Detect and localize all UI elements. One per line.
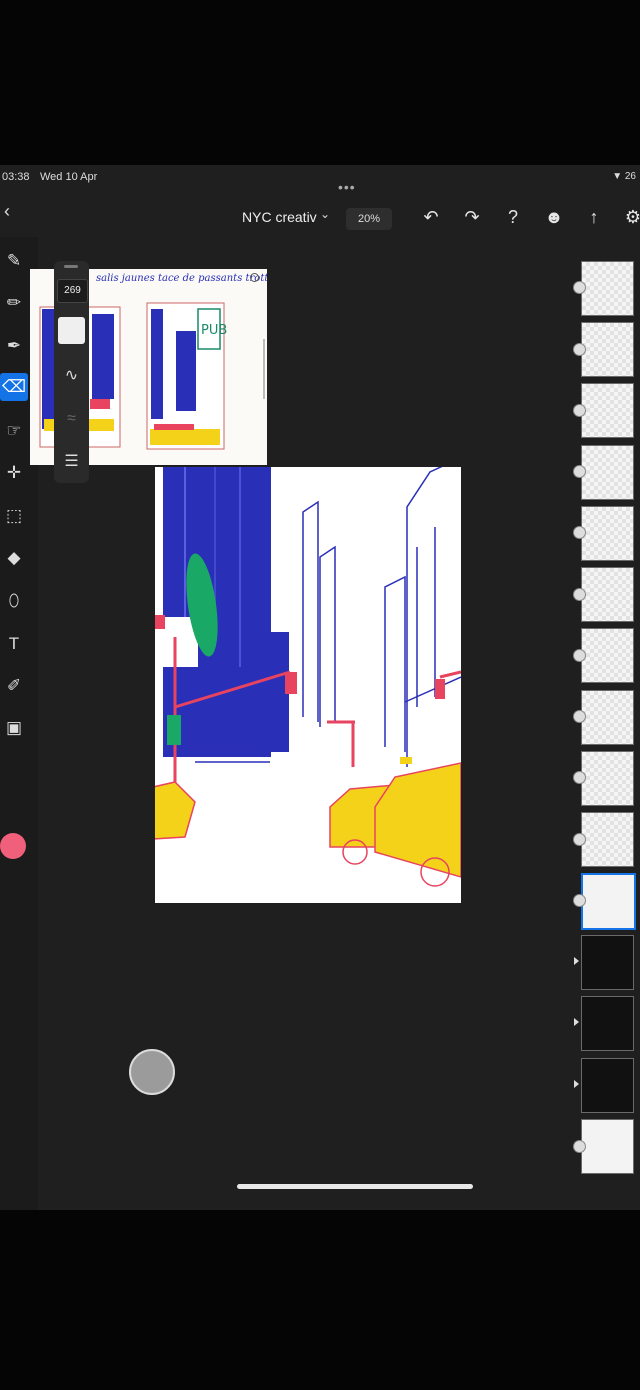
layer-visibility-toggle[interactable] [573, 588, 586, 601]
reference-close-dot[interactable] [250, 273, 259, 282]
red-traffic-signal [285, 672, 297, 694]
layer-visibility-toggle[interactable] [573, 526, 586, 539]
layer-thumb-dark[interactable] [581, 935, 634, 990]
layer-thumb[interactable] [581, 383, 634, 438]
fill-tool[interactable]: ◆ [0, 544, 28, 572]
layer-thumb[interactable] [581, 812, 634, 867]
layer-thumb-selected[interactable] [581, 873, 636, 930]
layer-thumb[interactable] [581, 445, 634, 500]
multitasking-dots-icon[interactable]: ••• [338, 179, 356, 195]
group-expand-arrow-icon[interactable] [574, 957, 579, 965]
brush-panel: 269 ∿ ≈ ☰ [54, 261, 89, 483]
layer-thumb[interactable] [581, 261, 634, 316]
brush-settings-icon[interactable]: ☰ [57, 449, 86, 475]
current-color-swatch[interactable] [0, 833, 26, 859]
vector-brush-tool[interactable]: ✒ [0, 332, 28, 360]
status-date: Wed 10 Apr [40, 171, 98, 183]
reference-note: salis jaunes tace de passants trottoirs [96, 273, 267, 284]
layer-visibility-toggle[interactable] [573, 343, 586, 356]
layer-visibility-toggle[interactable] [573, 465, 586, 478]
red-traffic-signal-right [435, 679, 445, 699]
home-indicator[interactable] [237, 1184, 473, 1189]
layer-thumb-dark[interactable] [581, 1058, 634, 1113]
undo-icon[interactable]: ↶ [418, 204, 444, 230]
move-tool[interactable]: ✛ [0, 459, 28, 487]
profile-icon[interactable]: ☻ [541, 204, 567, 230]
eraser-tool[interactable]: ⌫ [0, 373, 28, 401]
thumbnail-sketch-2: PUB [146, 302, 227, 450]
selection-tool[interactable]: ⬚ [0, 502, 28, 530]
pixel-brush-tool[interactable]: ✎ [0, 247, 28, 275]
green-sign [167, 715, 181, 745]
layers-panel [573, 253, 640, 1183]
stroke-smoothing-icon[interactable]: ∿ [57, 363, 86, 389]
layer-visibility-toggle[interactable] [573, 833, 586, 846]
layer-thumb[interactable] [581, 751, 634, 806]
app-screen: 03:38 Wed 10 Apr ▼ 26 ••• ‹ NYC creativ … [0, 165, 640, 1210]
redo-icon[interactable]: ↷ [459, 204, 485, 230]
svg-text:PUB: PUB [201, 323, 227, 338]
layer-thumb-background[interactable] [581, 1119, 634, 1174]
pressure-icon[interactable]: ≈ [57, 406, 86, 432]
yellow-taxis [152, 757, 462, 887]
brush-size-value[interactable]: 269 [57, 279, 88, 303]
share-icon[interactable]: ↑ [581, 204, 607, 230]
shape-tool[interactable]: ⬯ [0, 587, 28, 615]
layer-thumb[interactable] [581, 322, 634, 377]
layer-visibility-toggle[interactable] [573, 281, 586, 294]
top-bar: ‹ NYC creativ ⌄ 20% ↶ ↷ ? ☻ ↑ ⚙ [0, 201, 640, 237]
status-time: 03:38 [2, 171, 30, 183]
eyedropper-tool[interactable]: ✐ [0, 672, 28, 700]
layer-visibility-toggle[interactable] [573, 649, 586, 662]
zoom-level[interactable]: 20% [346, 208, 392, 230]
layer-thumb[interactable] [581, 628, 634, 683]
drawing-canvas[interactable] [152, 464, 462, 903]
layer-thumb[interactable] [581, 506, 634, 561]
live-brush-tool[interactable]: ✏ [0, 289, 28, 317]
document-title[interactable]: NYC creativ [242, 209, 317, 225]
layer-visibility-toggle[interactable] [573, 894, 586, 907]
layer-thumb-dark[interactable] [581, 996, 634, 1051]
layer-visibility-toggle[interactable] [573, 710, 586, 723]
settings-icon[interactable]: ⚙ [620, 204, 640, 230]
text-tool[interactable]: T [0, 630, 28, 658]
blue-buildings [163, 467, 289, 757]
nyc-street-drawing [152, 464, 462, 887]
layer-thumb[interactable] [581, 567, 634, 622]
panel-drag-handle[interactable] [64, 265, 78, 268]
image-tool[interactable]: ▣ [0, 714, 28, 742]
layer-visibility-toggle[interactable] [573, 1140, 586, 1153]
wifi-battery-status: ▼ 26 [612, 171, 636, 182]
status-bar: 03:38 Wed 10 Apr ▼ 26 [0, 171, 640, 187]
layer-visibility-toggle[interactable] [573, 771, 586, 784]
layer-thumb[interactable] [581, 690, 634, 745]
brush-opacity-swatch[interactable] [58, 317, 85, 344]
help-icon[interactable]: ? [500, 204, 526, 230]
layer-visibility-toggle[interactable] [573, 404, 586, 417]
touch-modifier-button[interactable] [129, 1049, 175, 1095]
group-expand-arrow-icon[interactable] [574, 1018, 579, 1026]
chevron-down-icon[interactable]: ⌄ [320, 207, 330, 221]
smudge-tool[interactable]: ☞ [0, 417, 28, 445]
back-button[interactable]: ‹ [4, 201, 10, 222]
group-expand-arrow-icon[interactable] [574, 1080, 579, 1088]
